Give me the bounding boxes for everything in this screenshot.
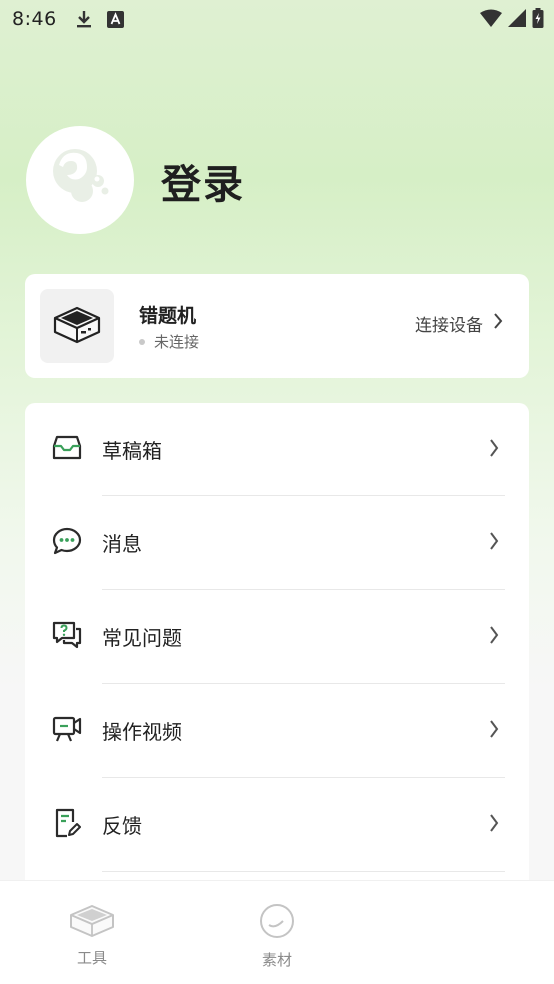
chat-bubble-icon — [52, 526, 82, 556]
menu-label-messages: 消息 — [102, 532, 142, 556]
video-icon — [52, 714, 82, 744]
bottom-tab-bar: 工具 素材 — [0, 880, 554, 984]
menu-item-faq[interactable]: 常见问题 — [25, 590, 529, 683]
chevron-right-icon — [489, 814, 499, 836]
tab-materials[interactable]: 素材 — [231, 903, 323, 970]
menu-label-faq: 常见问题 — [102, 626, 182, 650]
device-status: 未连接 — [139, 331, 199, 352]
font-icon — [106, 10, 124, 28]
printer-device-icon — [51, 304, 103, 348]
chevron-right-icon — [489, 720, 499, 742]
battery-icon — [532, 8, 544, 32]
menu-label-drafts: 草稿箱 — [102, 439, 162, 463]
device-card[interactable]: 错题机 未连接 连接设备 — [25, 274, 529, 378]
chevron-right-icon — [493, 313, 503, 334]
printer-tab-icon — [68, 903, 116, 941]
status-time: 8:46 — [12, 8, 57, 30]
login-link[interactable]: 登录 — [161, 152, 245, 210]
divider — [102, 871, 505, 872]
tab-label-tools: 工具 — [76, 949, 107, 967]
connect-device-label: 连接设备 — [415, 316, 483, 336]
device-name: 错题机 — [139, 305, 197, 327]
bubble-logo-icon — [45, 143, 115, 217]
menu-label-feedback: 反馈 — [102, 814, 142, 838]
status-dot — [139, 338, 145, 345]
connect-device-button[interactable]: 连接设备 — [415, 311, 503, 336]
tab-label-materials: 素材 — [261, 951, 292, 969]
tab-tools[interactable]: 工具 — [46, 903, 138, 968]
menu-item-videos[interactable]: 操作视频 — [25, 684, 529, 777]
menu-item-feedback[interactable]: 反馈 — [25, 778, 529, 871]
wifi-icon — [480, 9, 502, 31]
device-status-text: 未连接 — [154, 333, 200, 351]
avatar[interactable] — [26, 126, 134, 234]
menu-item-drafts[interactable]: 草稿箱 — [25, 403, 529, 496]
feedback-icon — [52, 808, 82, 838]
menu-card: 草稿箱 消息 常见问题 操作视频 反馈 — [25, 403, 529, 903]
menu-label-videos: 操作视频 — [102, 720, 182, 744]
faq-icon — [52, 620, 82, 650]
download-icon — [75, 9, 93, 29]
menu-item-messages[interactable]: 消息 — [25, 496, 529, 589]
material-icon — [259, 903, 295, 943]
signal-icon — [508, 9, 526, 31]
chevron-right-icon — [489, 532, 499, 554]
inbox-icon — [52, 433, 82, 463]
chevron-right-icon — [489, 439, 499, 461]
status-bar: 8:46 — [0, 0, 554, 38]
chevron-right-icon — [489, 626, 499, 648]
device-thumbnail — [40, 289, 114, 363]
